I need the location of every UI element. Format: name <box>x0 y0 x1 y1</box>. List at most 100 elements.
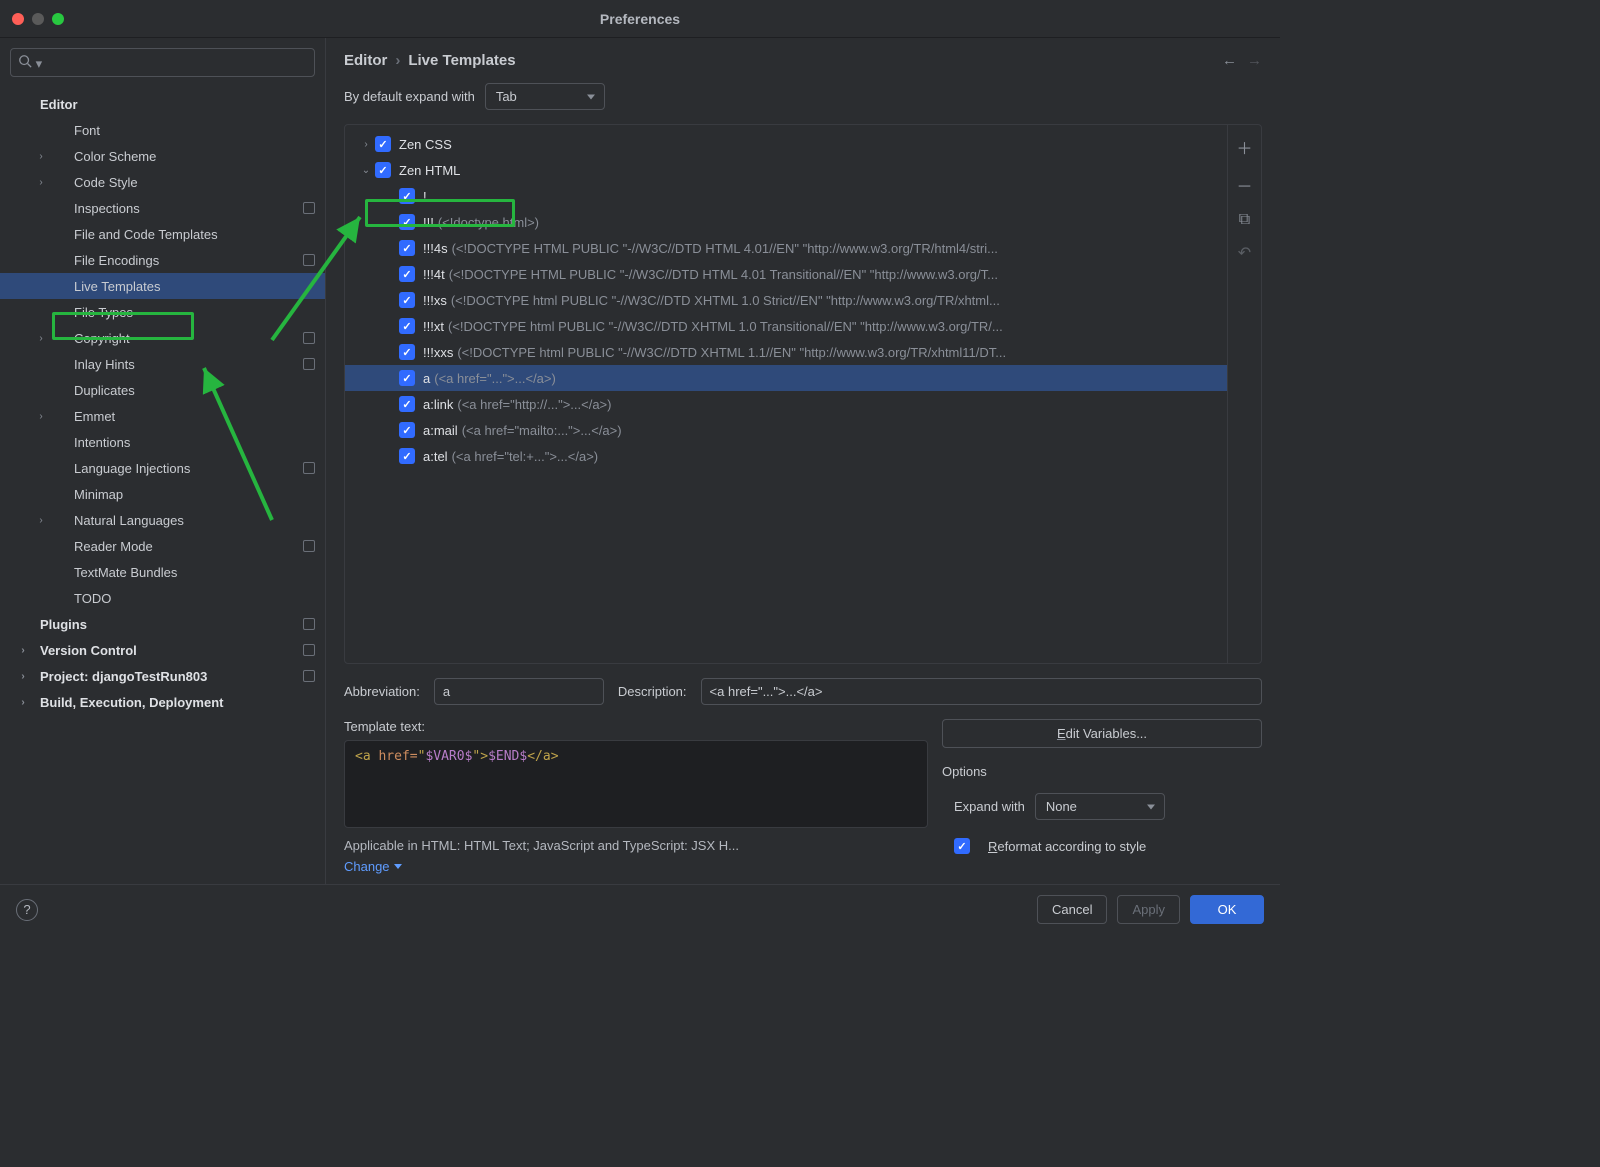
sidebar-item[interactable]: File Encodings <box>0 247 325 273</box>
sidebar-item-label: Code Style <box>52 175 325 190</box>
sidebar-item-label: Plugins <box>34 617 325 632</box>
edit-variables-button[interactable]: EEdit Variables...dit Variables... <box>942 719 1262 748</box>
scope-badge-icon <box>303 332 315 344</box>
sidebar-item[interactable]: ›Version Control <box>0 637 325 663</box>
sidebar-item-label: Minimap <box>52 487 325 502</box>
list-item[interactable]: !!!xt (<!DOCTYPE html PUBLIC "-//W3C//DT… <box>345 313 1227 339</box>
scope-badge-icon <box>303 202 315 214</box>
template-name: !!!4t <box>423 267 445 282</box>
sidebar-item[interactable]: Reader Mode <box>0 533 325 559</box>
template-checkbox[interactable] <box>399 266 415 282</box>
template-checkbox[interactable] <box>399 240 415 256</box>
template-checkbox[interactable] <box>399 214 415 230</box>
template-checkbox[interactable] <box>399 370 415 386</box>
sidebar-item[interactable]: ›Copyright <box>0 325 325 351</box>
sidebar-item[interactable]: ›Color Scheme <box>0 143 325 169</box>
search-input[interactable] <box>10 48 315 77</box>
sidebar-item[interactable]: ›Natural Languages <box>0 507 325 533</box>
sidebar-item[interactable]: Intentions <box>0 429 325 455</box>
ok-button[interactable]: OK <box>1190 895 1264 924</box>
apply-button: Apply <box>1117 895 1180 924</box>
template-hint: (<a href="mailto:...">...</a>) <box>462 423 622 438</box>
reformat-checkbox[interactable] <box>954 838 970 854</box>
expand-with-default-select[interactable]: Tab <box>485 83 605 110</box>
cancel-button[interactable]: Cancel <box>1037 895 1107 924</box>
sidebar-item[interactable]: ›Code Style <box>0 169 325 195</box>
titlebar: Preferences <box>0 0 1280 38</box>
sidebar-item-label: Copyright <box>52 331 325 346</box>
template-checkbox[interactable] <box>399 396 415 412</box>
sidebar-item-label: Natural Languages <box>52 513 325 528</box>
sidebar-item[interactable]: Plugins <box>0 611 325 637</box>
scope-badge-icon <box>303 540 315 552</box>
chevron-right-icon: › <box>12 697 34 708</box>
template-checkbox[interactable] <box>399 318 415 334</box>
list-item[interactable]: !!! (<!doctype html>) <box>345 209 1227 235</box>
template-text-editor[interactable]: <a href="$VAR0$">$END$</a> <box>344 740 928 828</box>
sidebar-item-label: Project: djangoTestRun803 <box>34 669 325 684</box>
list-item[interactable]: ! <box>345 183 1227 209</box>
expand-with-default-label: By default expand with <box>344 89 475 104</box>
template-checkbox[interactable] <box>399 188 415 204</box>
list-item[interactable]: a:mail (<a href="mailto:...">...</a>) <box>345 417 1227 443</box>
list-item[interactable]: a:tel (<a href="tel:+...">...</a>) <box>345 443 1227 469</box>
sidebar-item[interactable]: Language Injections <box>0 455 325 481</box>
change-context-link[interactable]: Change <box>344 859 928 874</box>
sidebar-item[interactable]: Live Templates <box>0 273 325 299</box>
settings-tree[interactable]: EditorFont›Color Scheme›Code StyleInspec… <box>0 87 325 884</box>
sidebar-item-label: TextMate Bundles <box>52 565 325 580</box>
template-checkbox[interactable] <box>375 136 391 152</box>
chevron-right-icon: › <box>30 515 52 526</box>
add-icon[interactable]: ＋ <box>1236 135 1252 159</box>
remove-icon[interactable]: － <box>1236 173 1252 197</box>
template-checkbox[interactable] <box>399 448 415 464</box>
sidebar-item-label: Color Scheme <box>52 149 325 164</box>
list-item[interactable]: ⌄Zen HTML <box>345 157 1227 183</box>
sidebar-item[interactable]: Font <box>0 117 325 143</box>
breadcrumb-current: Live Templates <box>408 52 515 69</box>
sidebar-item[interactable]: Inlay Hints <box>0 351 325 377</box>
template-text-label: Template text: <box>344 719 928 734</box>
sidebar-item[interactable]: ›Emmet <box>0 403 325 429</box>
abbreviation-input[interactable] <box>434 678 604 705</box>
scope-badge-icon <box>303 254 315 266</box>
list-item[interactable]: a:link (<a href="http://...">...</a>) <box>345 391 1227 417</box>
sidebar-item[interactable]: TODO <box>0 585 325 611</box>
list-item[interactable]: !!!xs (<!DOCTYPE html PUBLIC "-//W3C//DT… <box>345 287 1227 313</box>
expand-with-select[interactable]: None <box>1035 793 1165 820</box>
template-checkbox[interactable] <box>399 422 415 438</box>
dialog-footer: ? Cancel Apply OK <box>0 884 1280 934</box>
template-name: !!!xs <box>423 293 447 308</box>
sidebar-item[interactable]: Inspections <box>0 195 325 221</box>
revert-icon[interactable]: ↶ <box>1238 243 1251 263</box>
scope-badge-icon <box>303 670 315 682</box>
template-hint: (<!DOCTYPE HTML PUBLIC "-//W3C//DTD HTML… <box>452 241 998 256</box>
list-item[interactable]: a (<a href="...">...</a>) <box>345 365 1227 391</box>
chevron-right-icon: › <box>30 333 52 344</box>
description-input[interactable] <box>701 678 1262 705</box>
nav-back-icon[interactable]: ← <box>1222 52 1237 69</box>
sidebar-item[interactable]: TextMate Bundles <box>0 559 325 585</box>
sidebar-item-label: Intentions <box>52 435 325 450</box>
list-item[interactable]: ›Zen CSS <box>345 131 1227 157</box>
sidebar-item[interactable]: ›Project: djangoTestRun803 <box>0 663 325 689</box>
template-checkbox[interactable] <box>399 292 415 308</box>
copy-icon[interactable]: ⧉ <box>1239 211 1250 229</box>
sidebar-item[interactable]: ›Build, Execution, Deployment <box>0 689 325 715</box>
sidebar-item-label: Inspections <box>52 201 325 216</box>
sidebar-item-label: Version Control <box>34 643 325 658</box>
sidebar-item-label: File and Code Templates <box>52 227 325 242</box>
list-item[interactable]: !!!4t (<!DOCTYPE HTML PUBLIC "-//W3C//DT… <box>345 261 1227 287</box>
description-label: Description: <box>618 684 687 699</box>
sidebar-item[interactable]: File Types <box>0 299 325 325</box>
list-item[interactable]: !!!xxs (<!DOCTYPE html PUBLIC "-//W3C//D… <box>345 339 1227 365</box>
template-checkbox[interactable] <box>375 162 391 178</box>
sidebar-item[interactable]: Editor <box>0 91 325 117</box>
sidebar-item[interactable]: Minimap <box>0 481 325 507</box>
help-icon[interactable]: ? <box>16 899 38 921</box>
sidebar-item[interactable]: Duplicates <box>0 377 325 403</box>
template-checkbox[interactable] <box>399 344 415 360</box>
templates-list[interactable]: ›Zen CSS⌄Zen HTML!!!! (<!doctype html>)!… <box>345 125 1227 663</box>
list-item[interactable]: !!!4s (<!DOCTYPE HTML PUBLIC "-//W3C//DT… <box>345 235 1227 261</box>
sidebar-item[interactable]: File and Code Templates <box>0 221 325 247</box>
